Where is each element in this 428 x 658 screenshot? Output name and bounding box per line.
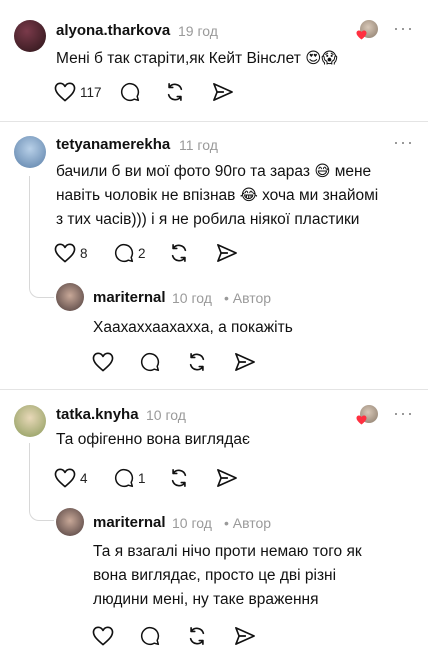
- repost-icon: [167, 83, 182, 101]
- timestamp: 10 год: [172, 515, 212, 531]
- thread-line: [29, 443, 54, 521]
- heart-icon: [92, 626, 114, 646]
- repost-button[interactable]: [164, 80, 186, 104]
- divider: [0, 389, 428, 390]
- username-alyona[interactable]: alyona.tharkova: [56, 22, 170, 39]
- timestamp: 10 год: [146, 407, 186, 423]
- share-button[interactable]: [212, 80, 234, 104]
- send-icon: [235, 627, 255, 645]
- author-badge: • Автор: [224, 290, 272, 306]
- more-options-button[interactable]: ···: [393, 18, 414, 39]
- share-button[interactable]: [216, 466, 238, 490]
- heart-icon: [92, 352, 114, 372]
- like-button[interactable]: [92, 624, 114, 648]
- repost-button[interactable]: [186, 624, 208, 648]
- send-icon: [212, 83, 233, 101]
- like-button[interactable]: 4: [54, 466, 96, 490]
- avatar-alyona[interactable]: [14, 20, 46, 52]
- more-options-button[interactable]: ···: [393, 132, 414, 153]
- thread-line: [29, 176, 54, 298]
- send-icon: [217, 244, 237, 262]
- username-tetyana[interactable]: tetyanamerekha: [56, 136, 170, 153]
- comment-bubble-icon: [140, 352, 160, 372]
- divider: [0, 121, 428, 122]
- username-mariternal[interactable]: mariternal: [93, 289, 166, 306]
- repost-button[interactable]: [186, 350, 208, 374]
- repost-icon: [189, 627, 205, 645]
- comment-text: Мені б так старіти,як Кейт Вінслет 😍😱: [56, 50, 338, 67]
- avatar-tetyana[interactable]: [14, 136, 46, 168]
- share-button[interactable]: [216, 241, 238, 265]
- comment-actions: 8 2: [54, 241, 248, 265]
- comment-bubble-icon: [120, 82, 139, 102]
- reply-button[interactable]: 2: [114, 241, 154, 265]
- avatar-mariternal[interactable]: [56, 508, 84, 536]
- reply-count: 2: [138, 245, 146, 261]
- like-count: 117: [80, 84, 102, 100]
- repost-button[interactable]: [168, 241, 190, 265]
- username-mariternal[interactable]: mariternal: [93, 514, 166, 531]
- like-button[interactable]: 117: [54, 80, 102, 104]
- reply-button[interactable]: [140, 624, 160, 648]
- author-badge: • Автор: [224, 515, 272, 531]
- heart-icon: [54, 468, 76, 488]
- heart-icon: [54, 243, 76, 263]
- share-button[interactable]: [234, 350, 256, 374]
- comment-text: Хаахаххаахахха, а покажіть: [93, 319, 293, 336]
- author-liked-icon: [356, 405, 378, 425]
- reply-count: 1: [138, 470, 146, 486]
- like-count: 4: [80, 470, 88, 486]
- comment-text: Та офігенно вона виглядає: [56, 431, 250, 448]
- share-button[interactable]: [234, 624, 256, 648]
- more-options-button[interactable]: ···: [393, 403, 414, 424]
- avatar-tatka[interactable]: [14, 405, 46, 437]
- username-tatka[interactable]: tatka.knyha: [56, 406, 139, 423]
- avatar-mariternal[interactable]: [56, 283, 84, 311]
- comment-bubble-icon: [140, 626, 160, 646]
- timestamp: 19 год: [178, 23, 218, 39]
- timestamp: 10 год: [172, 290, 212, 306]
- send-icon: [217, 469, 237, 487]
- reply-button[interactable]: 1: [114, 466, 154, 490]
- send-icon: [235, 353, 255, 371]
- reply-button[interactable]: [120, 80, 140, 104]
- heart-icon: [54, 82, 76, 102]
- repost-icon: [171, 469, 187, 487]
- timestamp: 11 год: [179, 137, 218, 153]
- comment-text: бачили б ви мої фото 90го та зараз 😅 мен…: [56, 163, 379, 228]
- reply-button[interactable]: [140, 350, 160, 374]
- author-liked-icon: [356, 20, 378, 40]
- repost-icon: [171, 244, 187, 262]
- like-button[interactable]: [92, 350, 114, 374]
- repost-button[interactable]: [168, 466, 190, 490]
- comment-actions: [92, 350, 266, 374]
- comment-actions: [92, 624, 266, 648]
- like-button[interactable]: 8: [54, 241, 96, 265]
- comment-actions: 117: [54, 80, 244, 104]
- comment-text: Та я взагалі нічо проти немаю того як во…: [93, 543, 362, 608]
- comment-bubble-icon: [114, 468, 134, 488]
- repost-icon: [189, 353, 205, 371]
- comment-bubble-icon: [114, 243, 134, 263]
- like-count: 8: [80, 245, 88, 261]
- comment-actions: 4 1: [54, 466, 248, 490]
